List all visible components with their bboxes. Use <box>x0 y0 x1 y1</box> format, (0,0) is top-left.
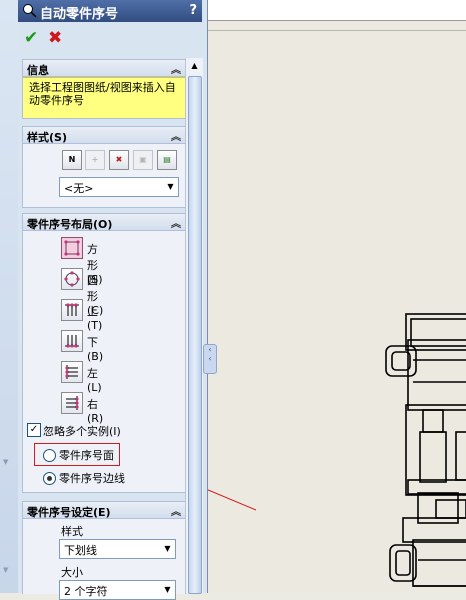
balloon-size-value: 2 个字符 <box>64 585 108 598</box>
settings-group: 零件序号设定(E) ︽ 样式 下划线 ▼ 大小 2 个字符 ▼ <box>22 501 186 600</box>
new-style-icon[interactable]: N <box>62 150 82 170</box>
style-header[interactable]: 样式(S) ︽ <box>23 127 185 144</box>
info-text: 选择工程图图纸/视图来插入自动零件序号 <box>23 77 185 118</box>
layout-right-label: 右(R) <box>87 398 104 425</box>
annotation-highlight-box <box>34 443 120 466</box>
left-layout-icon[interactable] <box>61 361 83 383</box>
help-icon[interactable]: ? <box>189 3 197 18</box>
tree-expand-icon[interactable]: ▼ <box>3 566 8 574</box>
layout-bottom-label: 下(B) <box>87 336 104 363</box>
settings-header[interactable]: 零件序号设定(E) ︽ <box>23 502 185 519</box>
chevron-down-icon[interactable]: ▼ <box>160 581 175 599</box>
balloon-icon <box>23 4 37 18</box>
property-manager: ▼ ▼ 自动零件序号 ? ✔ ✖ 信息 ︽ 选择工程图图纸/视图来插入自动零件序… <box>0 0 208 600</box>
page-title: 自动零件序号 <box>40 7 119 22</box>
circle-layout-icon[interactable] <box>61 268 83 290</box>
tree-expand-icon[interactable]: ▼ <box>3 458 8 466</box>
delete-style-icon[interactable]: ✖ <box>109 150 129 170</box>
balloon-edge-label: 零件序号边线 <box>59 472 125 485</box>
collapse-icon[interactable]: ︽ <box>171 215 181 230</box>
drawing-view[interactable] <box>208 0 466 593</box>
confirm-bar: ✔ ✖ <box>18 22 202 54</box>
scroll-up-icon[interactable]: ▲ <box>186 58 203 74</box>
style-select[interactable]: <无> ▼ <box>59 177 179 197</box>
collapse-icon[interactable]: ︽ <box>171 503 181 518</box>
info-header-label: 信息 <box>27 64 49 77</box>
balloon-edge-radio[interactable] <box>43 472 56 485</box>
save-style-icon: ▣ <box>133 150 153 170</box>
ignore-instances-label: 忽略多个实例(I) <box>43 425 121 438</box>
style-select-value: <无> <box>64 182 94 195</box>
ignore-instances-checkbox[interactable]: ✓ <box>27 423 41 437</box>
settings-size-label: 大小 <box>61 566 83 579</box>
drawing-canvas[interactable] <box>208 0 466 593</box>
panel-left-strip <box>0 0 18 593</box>
panel-splitter-handle[interactable]: ‹ ‹ <box>203 344 217 374</box>
annotation-arrow-line <box>208 489 257 511</box>
panel-scrollbar[interactable]: ▲ <box>185 58 203 594</box>
collapse-icon[interactable]: ︽ <box>171 61 181 76</box>
balloon-style-value: 下划线 <box>64 544 97 557</box>
scroll-thumb[interactable] <box>188 76 202 594</box>
chevron-down-icon[interactable]: ▼ <box>163 178 178 196</box>
style-header-label: 样式(S) <box>27 131 67 144</box>
right-layout-icon[interactable] <box>61 392 83 414</box>
cancel-x-icon[interactable]: ✖ <box>48 28 62 48</box>
settings-style-label: 样式 <box>61 525 83 538</box>
style-group: 样式(S) ︽ N + ✖ ▣ ▤ <无> ▼ <box>22 126 186 208</box>
layout-header-label: 零件序号布局(O) <box>27 218 113 231</box>
add-style-icon: + <box>85 150 105 170</box>
balloon-style-select[interactable]: 下划线 ▼ <box>59 539 176 559</box>
info-group: 信息 ︽ 选择工程图图纸/视图来插入自动零件序号 <box>22 59 186 119</box>
ok-check-icon[interactable]: ✔ <box>24 28 38 48</box>
top-layout-icon[interactable] <box>61 299 83 321</box>
settings-header-label: 零件序号设定(E) <box>27 506 111 519</box>
layout-header[interactable]: 零件序号布局(O) ︽ <box>23 214 185 231</box>
layout-top-label: 上(T) <box>87 305 103 332</box>
chevron-down-icon[interactable]: ▼ <box>160 540 175 558</box>
bottom-layout-icon[interactable] <box>61 330 83 352</box>
load-style-icon[interactable]: ▤ <box>157 150 177 170</box>
square-layout-icon[interactable] <box>61 237 83 259</box>
collapse-icon[interactable]: ︽ <box>171 128 181 143</box>
layout-left-label: 左(L) <box>87 367 102 394</box>
title-bar: 自动零件序号 ? <box>18 0 202 22</box>
info-header[interactable]: 信息 ︽ <box>23 60 185 77</box>
balloon-size-select[interactable]: 2 个字符 ▼ <box>59 580 176 600</box>
